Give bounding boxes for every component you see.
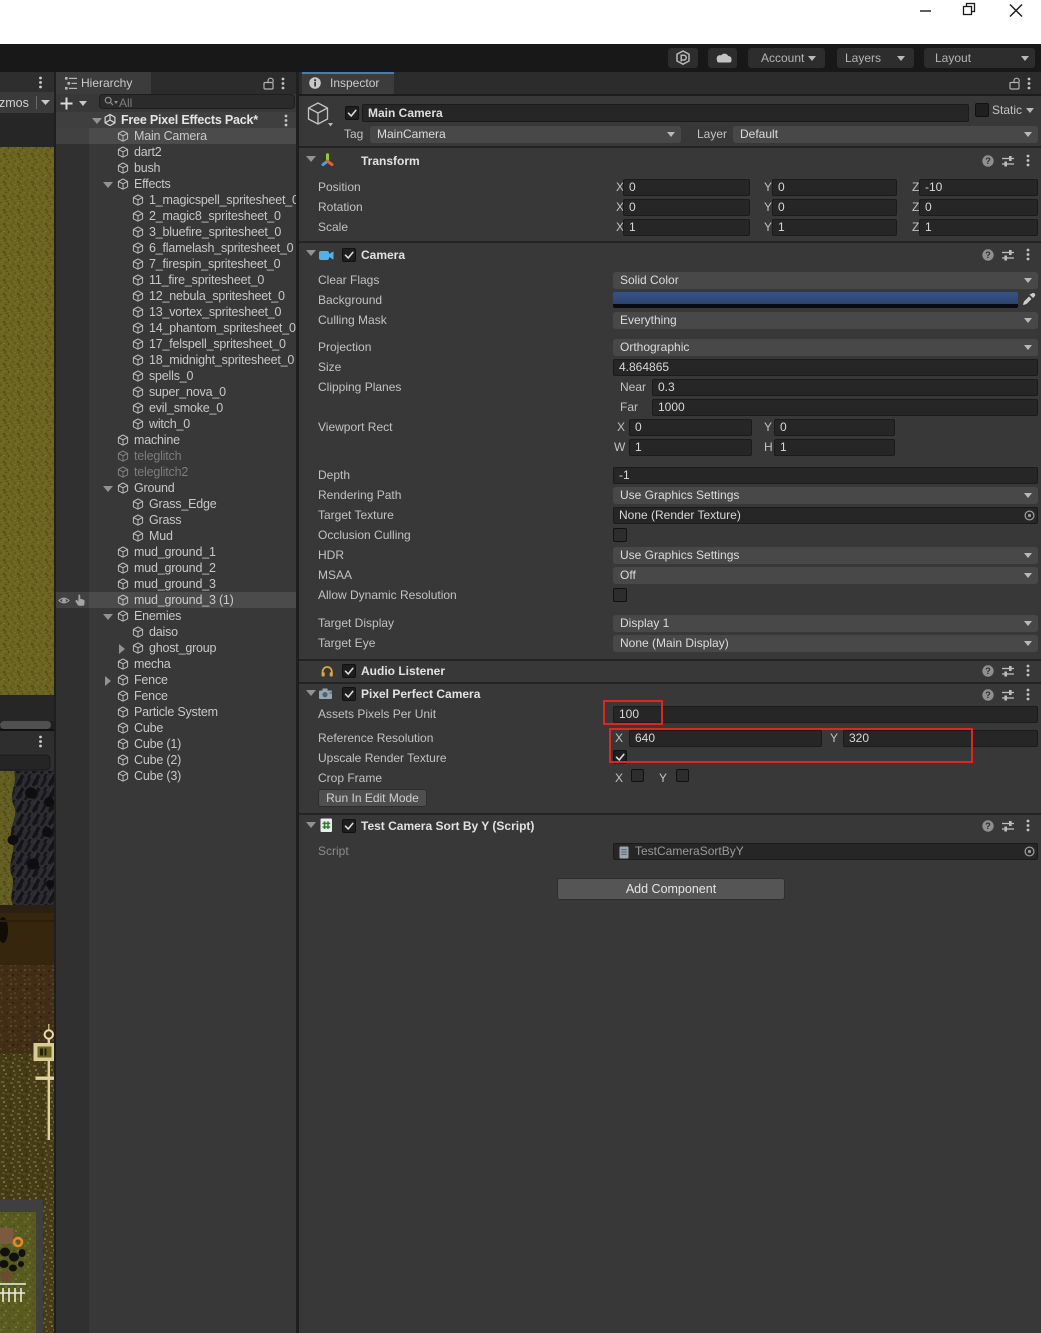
- svg-text:zmos: zmos: [0, 96, 29, 110]
